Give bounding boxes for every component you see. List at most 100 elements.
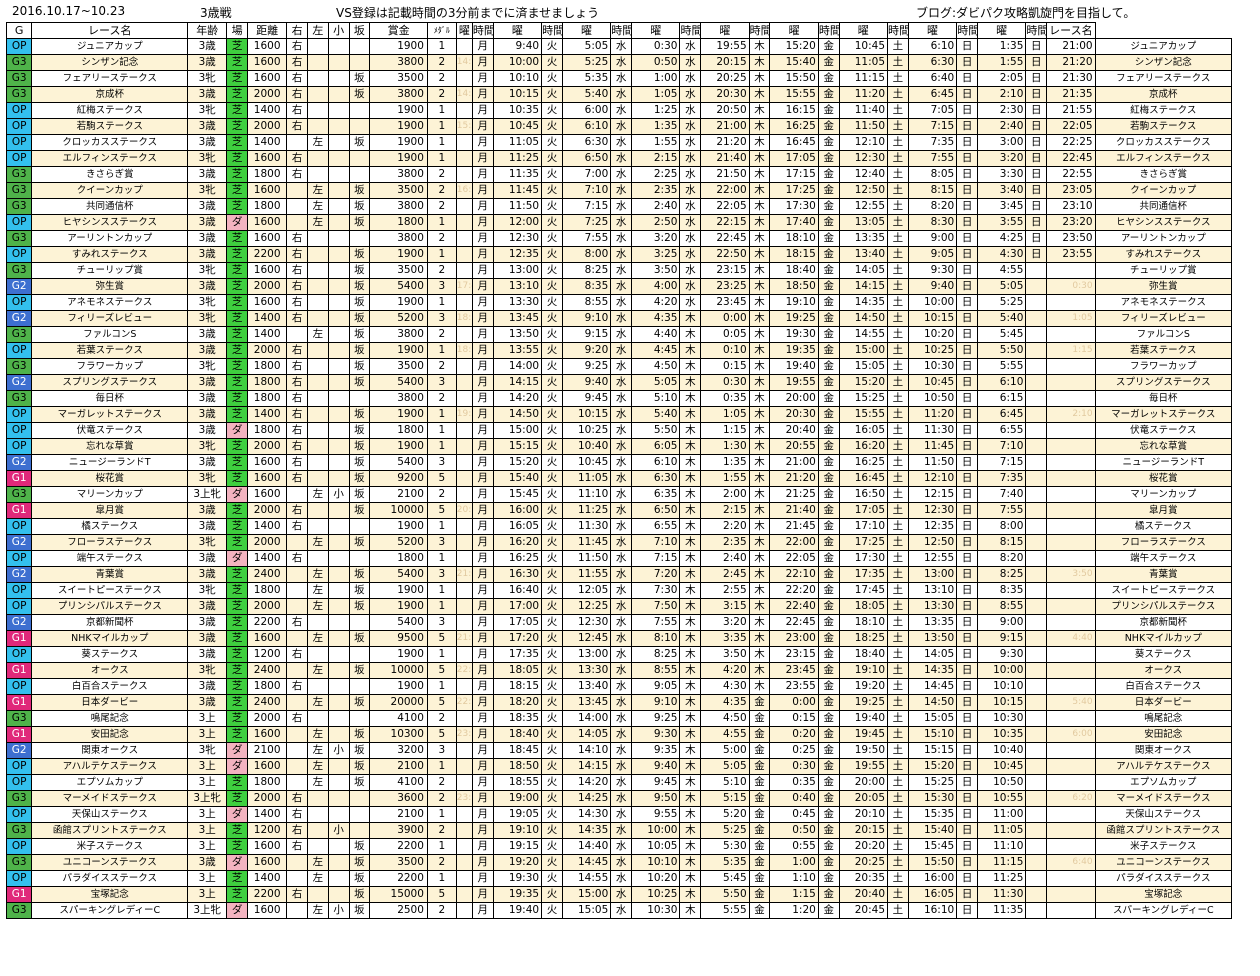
day-cell: 月 (471, 822, 494, 839)
small-track-cell (327, 166, 350, 183)
medal-cell: 3 (426, 310, 457, 327)
time-cell: 19:55 (769, 374, 819, 391)
time-cell: 15:00 (492, 422, 543, 439)
day-cell: 水 (610, 326, 633, 343)
time-cell (1046, 902, 1096, 919)
time-cell (1046, 758, 1096, 775)
day-cell: 土 (887, 486, 909, 503)
day-cell: 火 (541, 822, 563, 839)
prize-cell: 3800 (369, 86, 428, 103)
age-cell: 3牝 (187, 358, 228, 375)
time-cell: 6:40 (1046, 854, 1096, 871)
spacer-time-cell: 14:50 (455, 86, 473, 103)
time-cell: 22:20 (769, 582, 819, 599)
age-cell: 3歳 (187, 550, 228, 567)
time-cell: 9:30 (976, 646, 1027, 663)
time-cell: 3:40 (976, 182, 1027, 199)
day-cell: 水 (679, 70, 702, 87)
time-cell: 15:20 (838, 374, 889, 391)
time-cell: 17:25 (769, 182, 819, 199)
table-row: G3 スパーキングレディーC 3上牝ダ 1600 左小坂 2500 2 月 19:40 火 15:0… (5, 902, 1233, 919)
time-cell: 1:05 (631, 86, 681, 103)
time-cell: 20:10 (838, 806, 889, 823)
title-bar: 2016.10.17~10.23 3歳戦 VS登録は記載時間の3分前までに済ませ… (0, 0, 1260, 22)
day-cell (1025, 310, 1048, 327)
time-cell: 20:00 (769, 390, 819, 407)
day-cell: 金 (817, 758, 840, 775)
day-cell: 火 (541, 358, 563, 375)
day-cell: 木 (748, 598, 771, 615)
time-cell: 20:20 (838, 838, 889, 855)
day-cell: 水 (679, 246, 702, 263)
day-cell: 木 (748, 118, 771, 135)
medal-cell: 1 (426, 102, 457, 119)
time-cell: 17:05 (492, 614, 543, 631)
race-name-right-cell: 共同通信杯 (1094, 198, 1233, 215)
grade-cell: G2 (5, 454, 33, 471)
day-cell: 金 (817, 38, 840, 55)
day-cell: 金 (817, 358, 840, 375)
surface-cell: 芝 (226, 630, 249, 647)
time-cell: 20:35 (838, 870, 889, 887)
right-turn-cell: 右 (286, 310, 308, 327)
time-cell: 10:00 (631, 822, 681, 839)
day-cell: 木 (679, 342, 702, 359)
race-name-right-cell: 紅梅ステークス (1094, 102, 1233, 119)
day-cell: 土 (887, 118, 909, 135)
time-cell: 19:40 (838, 710, 889, 727)
day-cell: 水 (679, 182, 702, 199)
time-cell: 10:35 (492, 102, 543, 119)
distance-cell: 1600 (247, 38, 288, 55)
table-row: G2 ニュージーランドT 3歳芝 1600 右坂 5400 3 月 15:20 火 10:45 水 6:… (5, 454, 1233, 471)
header-cell: 曜 (907, 22, 958, 39)
race-name-right-cell: エルフィンステークス (1094, 150, 1233, 167)
table-row: G3京成杯3歳芝2000右坂3800214:50月10:15火5:40水1:05… (5, 86, 1233, 103)
day-cell: 水 (610, 246, 633, 263)
medal-cell: 1 (426, 870, 457, 887)
day-cell: 水 (610, 518, 633, 535)
time-cell: 23:45 (700, 294, 750, 311)
race-name-right-cell: 橘ステークス (1094, 518, 1233, 535)
day-cell: 金 (748, 694, 771, 711)
grade-cell: OP (5, 758, 33, 775)
time-cell: 2:40 (976, 118, 1027, 135)
spacer-time-cell: 22:40 (455, 662, 473, 679)
time-cell (1046, 486, 1096, 503)
time-cell: 6:45 (907, 86, 958, 103)
day-cell (1025, 582, 1048, 599)
distance-cell: 1600 (247, 54, 288, 71)
table-row: G2 フローラステークス 3牝芝 2000 左坂 5200 3 月 16:20 火 11:45 水 7:… (5, 534, 1233, 551)
spacer-time-cell (455, 454, 473, 471)
time-cell: 17:00 (492, 598, 543, 615)
header-cell: 場 (226, 22, 249, 39)
day-cell: 水 (610, 278, 633, 295)
time-cell: 14:15 (492, 374, 543, 391)
date-range: 2016.10.17~10.23 (12, 4, 126, 18)
day-cell (1025, 454, 1048, 471)
age-cell: 3歳 (187, 854, 228, 871)
time-cell: 5:25 (976, 294, 1027, 311)
time-cell: 2:20 (700, 518, 750, 535)
age-cell: 3歳 (187, 118, 228, 135)
table-row: OP クロッカスステークス 3歳芝 1400 左坂 1900 1 月 11:05 火 6:30 水 1:… (5, 134, 1233, 151)
slope-cell: 坂 (348, 854, 371, 871)
day-cell: 水 (610, 678, 633, 695)
race-name-right-cell: ファルコンS (1094, 326, 1233, 343)
time-cell: 10:45 (976, 758, 1027, 775)
grade-cell: G3 (5, 390, 33, 407)
time-cell: 7:15 (561, 198, 612, 215)
header-cell: 曜 (561, 22, 612, 39)
time-cell (1046, 838, 1096, 855)
day-cell: 水 (679, 118, 702, 135)
day-cell: 月 (471, 726, 494, 743)
right-turn-cell: 右 (286, 246, 308, 263)
table-row: OP スイートピーステークス 3牝芝 1800 左坂 1900 1 月 16:40 火 12:05 水… (5, 582, 1233, 599)
time-cell: 9:40 (492, 38, 543, 55)
day-cell: 木 (748, 518, 771, 535)
table-row: G3 鳴尾記念 3上芝 2000 右 4100 2 月 18:35 火 14:00 水 9:25 木 4:5… (5, 710, 1233, 727)
surface-cell: 芝 (226, 534, 249, 551)
day-cell: 火 (541, 758, 563, 775)
time-cell: 5:50 (976, 342, 1027, 359)
surface-cell: 芝 (226, 406, 249, 423)
medal-cell: 1 (426, 406, 457, 423)
